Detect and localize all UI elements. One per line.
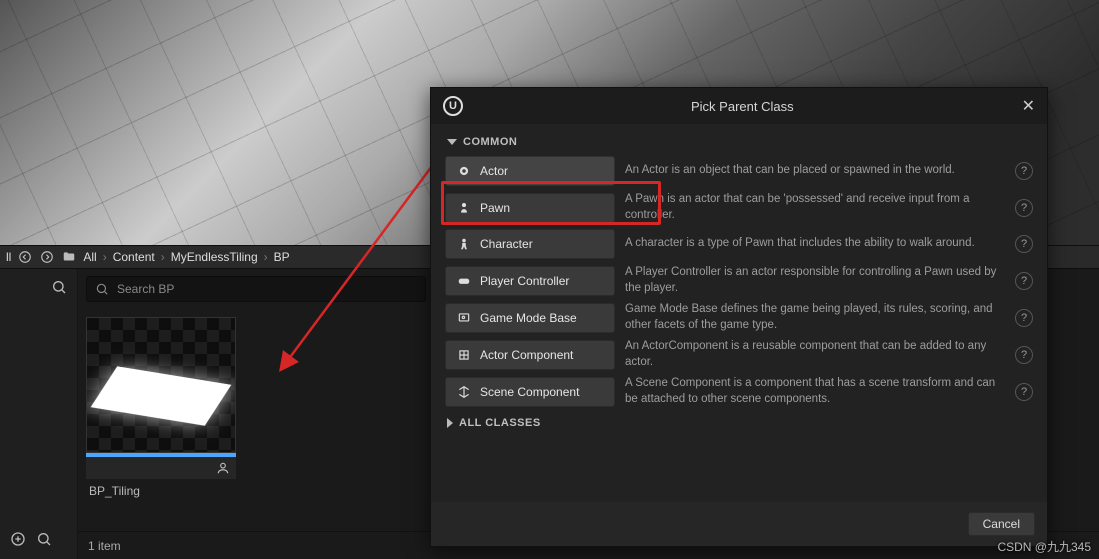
class-option-actor[interactable]: Actor An Actor is an object that can be …: [445, 156, 1033, 186]
asset-name: BP_Tiling: [86, 479, 236, 503]
unreal-logo-icon: U: [443, 96, 463, 116]
help-icon[interactable]: ?: [1015, 309, 1033, 327]
watermark-text: CSDN @九九345: [997, 538, 1091, 555]
class-label: Actor Component: [480, 348, 573, 362]
class-desc: A Scene Component is a component that ha…: [625, 376, 1005, 407]
pick-parent-class-dialog: U Pick Parent Class ✕ COMMON Actor An Ac…: [430, 87, 1048, 547]
section-all-label: ALL CLASSES: [459, 417, 541, 429]
chevron-right-icon: ›: [161, 250, 165, 264]
class-button[interactable]: Actor Component: [445, 340, 615, 370]
content-browser-side: [0, 269, 78, 559]
class-option-pawn[interactable]: Pawn A Pawn is an actor that can be 'pos…: [445, 192, 1033, 223]
search-icon[interactable]: [51, 279, 67, 300]
path-seg-myendless[interactable]: MyEndlessTiling: [171, 250, 258, 264]
class-option-scenecomponent[interactable]: Scene Component A Scene Component is a c…: [445, 376, 1033, 407]
class-label: Game Mode Base: [480, 311, 577, 325]
help-icon[interactable]: ?: [1015, 272, 1033, 290]
dialog-title: Pick Parent Class: [463, 99, 1022, 114]
class-option-character[interactable]: Character A character is a type of Pawn …: [445, 229, 1033, 259]
blueprint-user-icon: [216, 461, 230, 475]
class-button[interactable]: Game Mode Base: [445, 303, 615, 333]
class-label: Actor: [480, 164, 508, 178]
component-icon: [456, 347, 472, 363]
chevron-right-icon: [447, 418, 453, 428]
section-common-label: COMMON: [463, 136, 517, 148]
class-desc: An ActorComponent is a reusable componen…: [625, 339, 1005, 370]
search-input[interactable]: Search BP: [86, 276, 426, 302]
class-label: Character: [480, 237, 533, 251]
cancel-button[interactable]: Cancel: [968, 512, 1035, 536]
class-label: Scene Component: [480, 385, 579, 399]
class-label: Pawn: [480, 201, 510, 215]
asset-thumbnail: [86, 317, 236, 453]
folder-icon[interactable]: [61, 249, 77, 265]
scenecomponent-icon: [456, 384, 472, 400]
chevron-right-icon: ›: [103, 250, 107, 264]
class-option-gamemode[interactable]: Game Mode Base Game Mode Base defines th…: [445, 302, 1033, 333]
path-seg-content[interactable]: Content: [113, 250, 155, 264]
class-desc: A Pawn is an actor that can be 'possesse…: [625, 192, 1005, 223]
add-icon[interactable]: [10, 531, 26, 552]
nav-forward-icon[interactable]: [39, 249, 55, 265]
class-desc: A Player Controller is an actor responsi…: [625, 265, 1005, 296]
chevron-down-icon: [447, 139, 457, 145]
class-button[interactable]: Pawn: [445, 193, 615, 223]
path-seg-all[interactable]: All: [83, 250, 96, 264]
character-icon: [456, 236, 472, 252]
path-seg-bp[interactable]: BP: [274, 250, 290, 264]
class-button[interactable]: Character: [445, 229, 615, 259]
actor-icon: [456, 163, 472, 179]
chevron-right-icon: ›: [264, 250, 268, 264]
gamemode-icon: [456, 310, 472, 326]
dialog-footer: Cancel: [431, 502, 1047, 546]
dialog-body: COMMON Actor An Actor is an object that …: [431, 124, 1047, 502]
help-icon[interactable]: ?: [1015, 383, 1033, 401]
class-option-playercontroller[interactable]: Player Controller A Player Controller is…: [445, 265, 1033, 296]
controller-icon: [456, 273, 472, 289]
class-button[interactable]: Scene Component: [445, 377, 615, 407]
help-icon[interactable]: ?: [1015, 162, 1033, 180]
dialog-titlebar: U Pick Parent Class ✕: [431, 88, 1047, 124]
class-option-actorcomponent[interactable]: Actor Component An ActorComponent is a r…: [445, 339, 1033, 370]
asset-info-strip: [86, 457, 236, 479]
class-button[interactable]: Player Controller: [445, 266, 615, 296]
search-icon: [95, 282, 109, 296]
section-allclasses[interactable]: ALL CLASSES: [447, 417, 1033, 429]
search-placeholder: Search BP: [117, 282, 174, 296]
nav-back-icon[interactable]: [17, 249, 33, 265]
help-icon[interactable]: ?: [1015, 235, 1033, 253]
asset-preview-plane: [91, 366, 232, 425]
close-icon[interactable]: ✕: [1022, 96, 1035, 116]
search-icon[interactable]: [36, 531, 52, 552]
help-icon[interactable]: ?: [1015, 199, 1033, 217]
pawn-icon: [456, 200, 472, 216]
help-icon[interactable]: ?: [1015, 346, 1033, 364]
class-label: Player Controller: [480, 274, 569, 288]
class-desc: Game Mode Base defines the game being pl…: [625, 302, 1005, 333]
path-root-partial: ll: [6, 250, 11, 264]
class-button[interactable]: Actor: [445, 156, 615, 186]
class-desc: An Actor is an object that can be placed…: [625, 163, 1005, 179]
item-count: 1 item: [88, 539, 121, 553]
asset-tile[interactable]: BP_Tiling: [86, 317, 236, 503]
section-common[interactable]: COMMON: [447, 136, 1033, 148]
class-desc: A character is a type of Pawn that inclu…: [625, 236, 1005, 252]
